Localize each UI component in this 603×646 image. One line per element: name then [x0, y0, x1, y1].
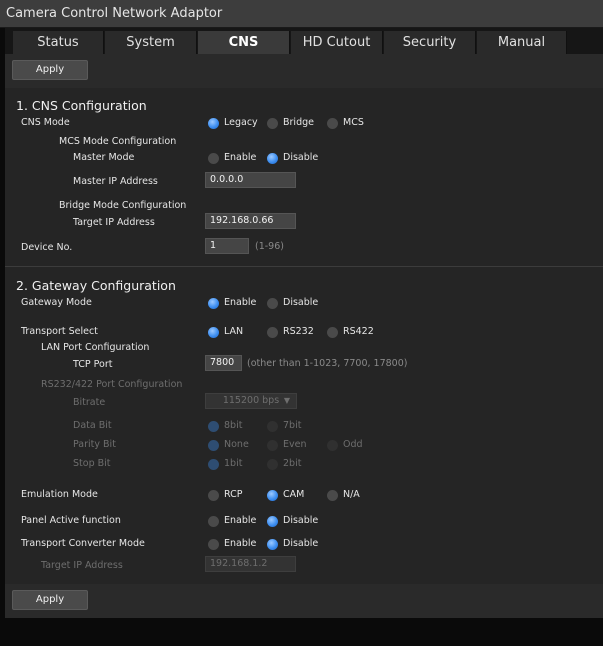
- top-apply-bar: Apply: [5, 54, 603, 88]
- radio-selected-icon: [267, 516, 278, 527]
- tcp-port-hint: (other than 1-1023, 7700, 17800): [247, 358, 408, 369]
- radio-unselected-icon: [208, 516, 219, 527]
- radio-unselected-icon: [267, 459, 278, 470]
- target-ip-input[interactable]: 192.168.0.66: [205, 213, 296, 229]
- tab-system[interactable]: System: [105, 31, 197, 54]
- apply-button-bottom[interactable]: Apply: [12, 590, 88, 610]
- radio-selected-icon: [208, 440, 219, 451]
- gateway-mode-label: Gateway Mode: [21, 297, 92, 308]
- parity-bit-label: Parity Bit: [73, 439, 116, 450]
- master-ip-input[interactable]: 0.0.0.0: [205, 172, 296, 188]
- lan-port-config-heading: LAN Port Configuration: [41, 342, 150, 353]
- device-no-label: Device No.: [21, 242, 73, 253]
- converter-target-ip-label: Target IP Address: [41, 560, 123, 571]
- tab-status[interactable]: Status: [13, 31, 104, 54]
- tab-cns[interactable]: CNS: [198, 31, 290, 54]
- radio-unselected-icon: [208, 539, 219, 550]
- gateway-section-title: 2. Gateway Configuration: [16, 278, 176, 293]
- transport-converter-label: Transport Converter Mode: [21, 538, 145, 549]
- bitrate-label: Bitrate: [73, 397, 106, 408]
- tab-hd-cutout[interactable]: HD Cutout: [291, 31, 383, 54]
- tab-bar: Status System CNS HD Cutout Security Man…: [5, 28, 603, 54]
- master-mode-label: Master Mode: [73, 152, 135, 163]
- radio-unselected-icon: [208, 153, 219, 164]
- apply-button-top[interactable]: Apply: [12, 60, 88, 80]
- radio-selected-icon: [267, 490, 278, 501]
- serial-port-config-heading: RS232/422 Port Configuration: [41, 379, 183, 390]
- panel-active-label: Panel Active function: [21, 515, 121, 526]
- device-no-range-hint: (1-96): [255, 241, 284, 252]
- radio-unselected-icon: [267, 440, 278, 451]
- radio-unselected-icon: [267, 118, 278, 129]
- cns-section-title: 1. CNS Configuration: [16, 98, 147, 113]
- transport-select-label: Transport Select: [21, 326, 98, 337]
- tab-security[interactable]: Security: [384, 31, 476, 54]
- radio-unselected-icon: [267, 298, 278, 309]
- cns-settings-panel: Apply 1. CNS Configuration CNS Mode Lega…: [5, 54, 603, 618]
- bridge-config-heading: Bridge Mode Configuration: [59, 200, 187, 211]
- device-no-input[interactable]: 1: [205, 238, 249, 254]
- bitrate-select: 115200 bps ▼: [205, 393, 297, 409]
- title-bar: Camera Control Network Adaptor: [0, 0, 603, 28]
- tcp-port-input[interactable]: 7800: [205, 355, 242, 371]
- emulation-mode-label: Emulation Mode: [21, 489, 98, 500]
- master-ip-label: Master IP Address: [73, 176, 158, 187]
- radio-unselected-icon: [327, 490, 338, 501]
- radio-unselected-icon: [327, 327, 338, 338]
- target-ip-label: Target IP Address: [73, 217, 155, 228]
- radio-unselected-icon: [267, 421, 278, 432]
- stop-bit-label: Stop Bit: [73, 458, 111, 469]
- radio-selected-icon: [208, 459, 219, 470]
- radio-unselected-icon: [267, 327, 278, 338]
- mcs-config-heading: MCS Mode Configuration: [59, 136, 177, 147]
- radio-unselected-icon: [327, 440, 338, 451]
- radio-selected-icon: [208, 118, 219, 129]
- chevron-down-icon: ▼: [283, 396, 290, 405]
- radio-unselected-icon: [208, 490, 219, 501]
- radio-selected-icon: [267, 153, 278, 164]
- radio-selected-icon: [208, 327, 219, 338]
- radio-unselected-icon: [327, 118, 338, 129]
- bottom-apply-bar: Apply: [5, 584, 603, 618]
- radio-selected-icon: [267, 539, 278, 550]
- tab-manual[interactable]: Manual: [477, 31, 567, 54]
- app-title: Camera Control Network Adaptor: [6, 6, 223, 21]
- cns-mode-label: CNS Mode: [21, 117, 70, 128]
- section-divider: [5, 266, 603, 267]
- data-bit-label: Data Bit: [73, 420, 112, 431]
- converter-target-ip-input: 192.168.1.2: [205, 556, 296, 572]
- radio-selected-icon: [208, 298, 219, 309]
- radio-selected-icon: [208, 421, 219, 432]
- tcp-port-label: TCP Port: [73, 359, 113, 370]
